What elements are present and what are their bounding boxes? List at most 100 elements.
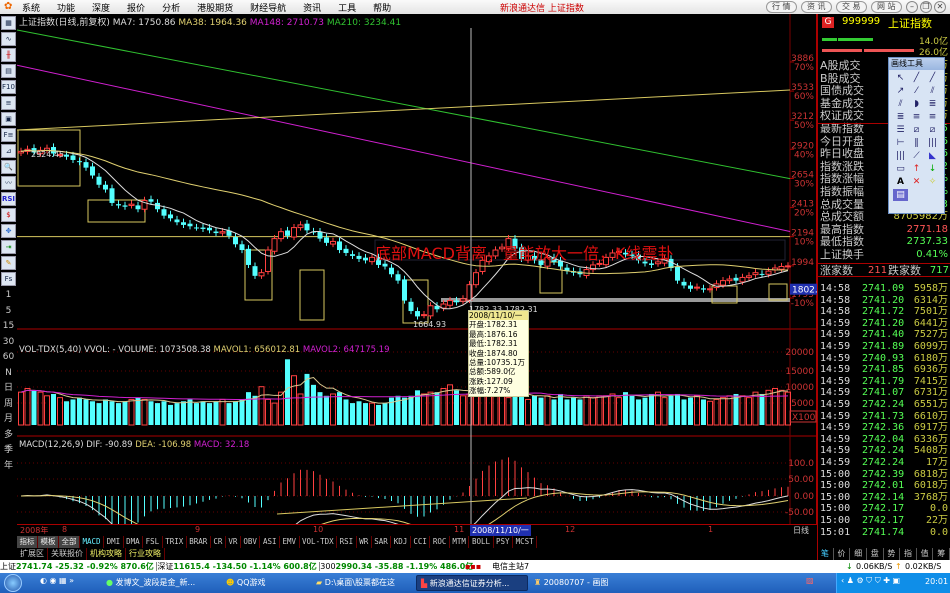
right-tab[interactable]: 值 (917, 548, 934, 560)
gp-icon[interactable]: ≣ (925, 98, 940, 110)
period-8[interactable]: 月 (0, 412, 17, 428)
fan-icon[interactable]: ⧄ (909, 124, 924, 136)
period-6[interactable]: 日 (0, 381, 17, 397)
sh-index-values[interactable]: 2741.74 -25.32 -0.92% 870.6亿 (16, 562, 154, 571)
period-4[interactable]: 60 (0, 350, 17, 366)
menu-finance-nav[interactable]: 财经导航 (250, 1, 286, 14)
menu-tools[interactable]: 工具 (338, 1, 356, 14)
extension-tab[interactable]: 行业攻略 (126, 548, 165, 560)
indicator-tab-emv[interactable]: EMV (280, 536, 300, 548)
indicator-tab-wr[interactable]: WR (357, 536, 372, 548)
hide-icon[interactable]: ✧ (925, 176, 940, 188)
menu-hk-futures[interactable]: 港股期货 (197, 1, 233, 14)
start-button[interactable] (4, 574, 22, 592)
info-icon[interactable]: ≡ (1, 96, 16, 110)
move-icon[interactable]: ✥ (1, 224, 16, 238)
box-drawing[interactable] (539, 261, 563, 294)
pencil-icon[interactable]: ✎ (1, 256, 16, 270)
golden-icon[interactable]: ≡ (909, 111, 924, 123)
menu-system[interactable]: 系统 (22, 1, 40, 14)
pointer-icon[interactable]: ↖ (893, 72, 908, 84)
news-button[interactable]: 资 讯 (801, 1, 832, 13)
exit-icon[interactable]: ⇥ (1, 240, 16, 254)
delete-icon[interactable]: ✕ (909, 176, 924, 188)
gn-icon[interactable]: ≣ (893, 111, 908, 123)
candle-chart-icon[interactable]: ╫ (1, 48, 16, 62)
notes-icon[interactable]: ▣ (1, 112, 16, 126)
wave-icon[interactable]: 〰 (1, 176, 16, 190)
right-tab[interactable]: 盘 (867, 548, 884, 560)
box-drawing[interactable] (768, 283, 788, 301)
right-tab[interactable]: 笔 (817, 548, 834, 560)
right-tab[interactable]: 筹 (933, 548, 950, 560)
quote-table-icon[interactable]: ▦ (1, 16, 16, 30)
quick-launch-icons[interactable]: ◐ ◉ ▦ » (40, 576, 74, 585)
hs300-values[interactable]: 2990.34 -35.88 -1.19% 486.0亿 (336, 562, 474, 571)
palette-title[interactable]: 画线工具 (889, 58, 944, 70)
extension-tab[interactable]: 关联报价 (48, 548, 87, 560)
straight-line-icon[interactable]: ⁄ (909, 85, 924, 97)
indicator-tab-rsi[interactable]: RSI (337, 536, 357, 548)
gann-icon[interactable]: ⟋ (909, 150, 924, 162)
quote-button[interactable]: 行 情 (766, 1, 797, 13)
analysis-icon[interactable]: ⊿ (1, 144, 16, 158)
website-button[interactable]: 网 站 (871, 1, 902, 13)
menu-analysis[interactable]: 分析 (162, 1, 180, 14)
indicator-tab-vr[interactable]: VR (226, 536, 241, 548)
indicator-tab-dmi[interactable]: DMI (104, 536, 124, 548)
indicator-tab-trix[interactable]: TRIX (163, 536, 187, 548)
indicator-tab-dma[interactable]: DMA (124, 536, 144, 548)
drawing-tool-palette[interactable]: 画线工具 ↖ ╱ ╱ ↗ ⁄ ⫽ ⫽ ◗ ≣ ≣ ≡ ≡ ☰ ⧄ ⧄ ⊢ ‖ ||| ||| ⟋ ◣ ▭ ↑ ↓… (888, 57, 945, 214)
channel-icon[interactable]: ⫽ (893, 98, 908, 110)
period-2[interactable]: 15 (0, 319, 17, 335)
minimize-icon[interactable]: – (906, 1, 918, 13)
indicator-tab-macd[interactable]: MACD (80, 536, 105, 548)
menu-quote[interactable]: 报价 (127, 1, 145, 14)
period-5[interactable]: N (0, 366, 17, 382)
chart-annotation[interactable]: 底部MACD背离，量能放大一倍，K线震卦 (375, 240, 673, 264)
indicator-tab-模板[interactable]: 模板 (38, 536, 59, 548)
up-arrow-icon[interactable]: ↑ (909, 163, 924, 175)
trade-button[interactable]: 交 易 (836, 1, 867, 13)
indicator-tab-kdj[interactable]: KDJ (391, 536, 411, 548)
period-3[interactable]: 30 (0, 335, 17, 351)
task-paint[interactable]: ♜ 20080707 - 画图 (530, 575, 630, 591)
line-segment-icon[interactable]: ╱ (909, 72, 924, 84)
gann-fan-icon[interactable]: ◣ (925, 150, 940, 162)
indicator-tab-cr[interactable]: CR (211, 536, 226, 548)
period-9[interactable]: 多 (0, 428, 17, 444)
extension-tab[interactable]: 机构攻略 (87, 548, 126, 560)
menu-help[interactable]: 帮助 (373, 1, 391, 14)
period-0[interactable]: 1 (0, 288, 17, 304)
indicator-tab-boll[interactable]: BOLL (469, 536, 494, 548)
period-1[interactable]: 5 (0, 304, 17, 320)
period-10[interactable]: 季 (0, 443, 17, 459)
level-line-icon[interactable]: ☰ (893, 124, 908, 136)
lines-icon[interactable]: ||| (893, 150, 908, 162)
ray-icon[interactable]: ↗ (893, 85, 908, 97)
trend-line-drawing[interactable] (17, 89, 791, 131)
task-folder[interactable]: ▰ D:\桌面\股票都在这 (312, 575, 412, 591)
right-tab[interactable]: 细 (850, 548, 867, 560)
palette-settings-icon[interactable]: ▤ (893, 189, 908, 201)
text-icon[interactable]: A (893, 176, 908, 188)
indicator-tab-sar[interactable]: SAR (372, 536, 392, 548)
indicator-tab-psy[interactable]: PSY (494, 536, 514, 548)
indicator-tab-全部[interactable]: 全部 (59, 536, 80, 548)
menu-function[interactable]: 功能 (57, 1, 75, 14)
indicator-tab-fsl[interactable]: FSL (143, 536, 163, 548)
indicator-tab-指标[interactable]: 指标 (17, 536, 38, 548)
fib-icon[interactable]: F≡ (1, 128, 16, 142)
arc-icon[interactable]: ◗ (909, 98, 924, 110)
dollar-icon[interactable]: $ (1, 208, 16, 222)
restore-icon[interactable]: ❐ (920, 1, 932, 13)
cycle-icon[interactable]: ⊢ (893, 137, 908, 149)
window-icon[interactable]: ▤ (1, 64, 16, 78)
indicator-tab-brar[interactable]: BRAR (187, 536, 211, 548)
line-icon[interactable]: ╱ (925, 72, 940, 84)
down-arrow-icon[interactable]: ↓ (925, 163, 940, 175)
fib-cycle-icon[interactable]: ‖ (909, 137, 924, 149)
extension-tab[interactable]: 扩展区 (17, 548, 48, 560)
box-drawing[interactable] (299, 269, 325, 321)
task-blog[interactable]: ● 发博文_波段是金_新... (102, 575, 222, 591)
